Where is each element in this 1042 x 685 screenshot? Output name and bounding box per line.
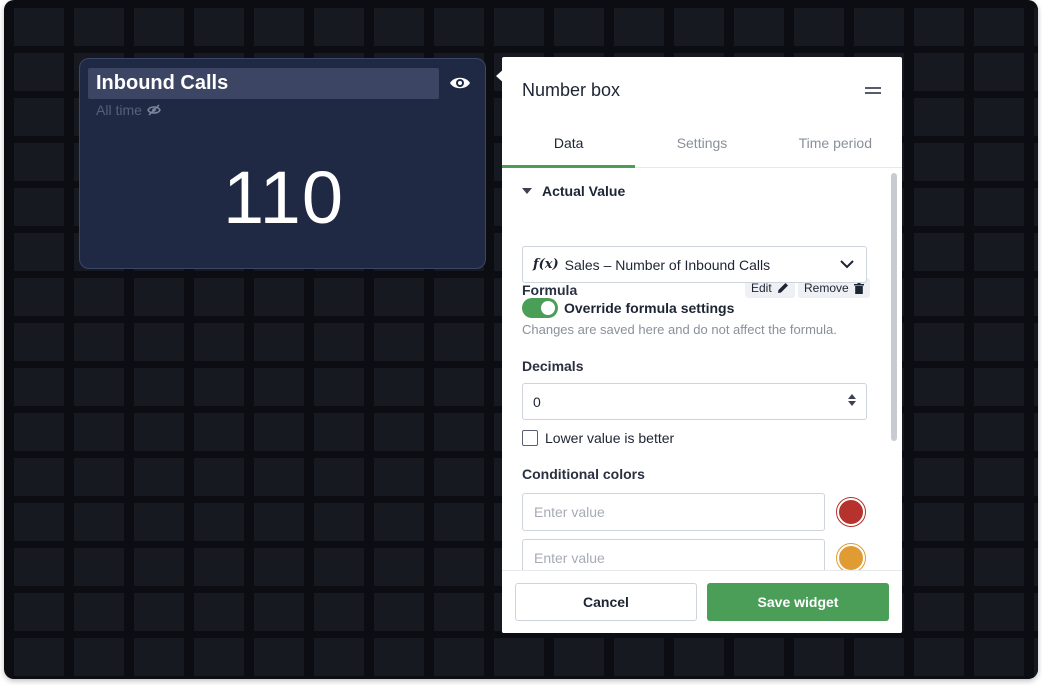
- widget-title: Inbound Calls: [96, 72, 229, 94]
- eye-off-icon[interactable]: [147, 104, 161, 116]
- override-label: Override formula settings: [564, 300, 735, 316]
- eye-icon[interactable]: [449, 74, 471, 92]
- panel-title: Number box: [522, 80, 621, 100]
- save-widget-button[interactable]: Save widget: [707, 583, 889, 621]
- decimals-input[interactable]: 0: [522, 383, 867, 420]
- widget-value: 110: [223, 156, 344, 239]
- condition-value-input-1[interactable]: Enter value: [522, 493, 825, 531]
- lower-value-checkbox[interactable]: [522, 430, 538, 446]
- tab-time-period[interactable]: Time period: [769, 123, 902, 167]
- formula-value: Sales – Number of Inbound Calls: [564, 256, 771, 273]
- tab-data[interactable]: Data: [502, 123, 636, 168]
- condition-value-input-2[interactable]: Enter value: [522, 539, 825, 570]
- decimals-value: 0: [533, 393, 541, 410]
- panel-footer: Cancel Save widget: [502, 570, 902, 633]
- override-toggle[interactable]: [522, 298, 558, 318]
- period-label: All time: [96, 102, 142, 118]
- conditional-colors-label: Conditional colors: [522, 466, 645, 482]
- cancel-button[interactable]: Cancel: [515, 583, 697, 621]
- menu-icon[interactable]: [865, 87, 881, 95]
- formula-select[interactable]: f(x) Sales – Number of Inbound Calls: [522, 246, 867, 283]
- number-box-widget[interactable]: Inbound Calls All time 110: [79, 58, 486, 269]
- panel-scrollbar[interactable]: [891, 173, 897, 441]
- number-stepper-icon[interactable]: [848, 394, 856, 406]
- chevron-down-icon: [840, 260, 854, 269]
- lower-value-label: Lower value is better: [545, 430, 675, 446]
- panel-form: f(x) Sales – Number of Inbound Calls Ove…: [502, 169, 890, 570]
- decimals-label: Decimals: [522, 358, 584, 374]
- panel-tabs: Data Settings Time period: [502, 123, 902, 168]
- tab-settings[interactable]: Settings: [635, 123, 768, 167]
- function-icon: f(x): [533, 257, 559, 272]
- widget-title-field[interactable]: Inbound Calls: [88, 68, 439, 99]
- widget-period: All time: [96, 102, 161, 118]
- color-swatch-orange[interactable]: [836, 543, 866, 570]
- override-hint: Changes are saved here and do not affect…: [522, 322, 837, 337]
- color-swatch-red[interactable]: [836, 497, 866, 527]
